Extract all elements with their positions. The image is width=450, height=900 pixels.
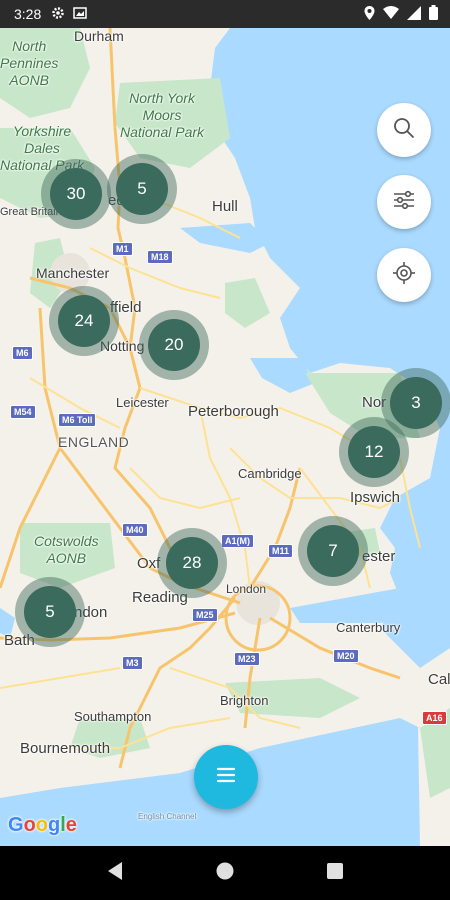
place-manchester: Manchester bbox=[36, 265, 110, 281]
search-icon bbox=[392, 116, 416, 145]
cluster-marker[interactable]: 7 bbox=[298, 516, 368, 586]
place-southampton: Southampton bbox=[74, 709, 152, 724]
menu-button[interactable] bbox=[194, 745, 258, 809]
place-peterborough: Peterborough bbox=[188, 403, 279, 420]
road-m20-shield: M20 bbox=[333, 649, 359, 663]
battery-icon bbox=[429, 5, 438, 23]
filter-button[interactable] bbox=[377, 175, 431, 229]
place-leicester: Leicester bbox=[116, 395, 169, 410]
place-london: London bbox=[226, 582, 267, 596]
home-icon[interactable] bbox=[215, 861, 235, 886]
cluster-marker[interactable]: 5 bbox=[107, 154, 177, 224]
road-m23-shield: M23 bbox=[234, 652, 260, 666]
system-nav-bar bbox=[0, 846, 450, 900]
place-cambridge: Cambridge bbox=[238, 466, 302, 481]
place-english-channel: English Channel bbox=[138, 812, 197, 821]
back-icon[interactable] bbox=[106, 861, 124, 886]
recents-icon[interactable] bbox=[326, 862, 344, 885]
cluster-marker[interactable]: 28 bbox=[157, 528, 227, 598]
road-m40-shield: M40 bbox=[122, 523, 148, 537]
road-m3-shield: M3 bbox=[122, 656, 143, 670]
cluster-marker[interactable]: 12 bbox=[339, 417, 409, 487]
road-a1m-shield: A1(M) bbox=[221, 534, 254, 548]
search-button[interactable] bbox=[377, 103, 431, 157]
wifi-icon bbox=[383, 6, 399, 22]
sliders-icon bbox=[392, 188, 416, 217]
gear-icon bbox=[51, 6, 65, 23]
status-bar: 3:28 bbox=[0, 0, 450, 28]
cluster-marker[interactable]: 5 bbox=[15, 577, 85, 647]
place-ipswich: Ipswich bbox=[350, 489, 401, 506]
road-m54-shield: M54 bbox=[10, 405, 36, 419]
place-durham: Durham bbox=[74, 28, 124, 44]
location-icon bbox=[364, 5, 375, 23]
road-m1-shield: M1 bbox=[112, 242, 133, 256]
place-canterbury: Canterbury bbox=[336, 620, 401, 635]
signal-icon bbox=[407, 5, 421, 23]
road-a16-shield: A16 bbox=[422, 711, 447, 725]
place-calais: Cal bbox=[428, 671, 450, 688]
crosshair-icon bbox=[392, 261, 416, 290]
locate-button[interactable] bbox=[377, 248, 431, 302]
place-brighton: Brighton bbox=[220, 693, 269, 708]
screenshot-icon bbox=[73, 6, 87, 22]
cluster-marker[interactable]: 24 bbox=[49, 286, 119, 356]
hamburger-icon bbox=[216, 767, 236, 788]
place-bournemouth: Bournemouth bbox=[20, 740, 111, 757]
place-england: ENGLAND bbox=[58, 434, 130, 450]
status-time: 3:28 bbox=[14, 6, 42, 22]
road-m6toll-shield: M6 Toll bbox=[58, 413, 97, 427]
google-logo: Google bbox=[8, 814, 77, 836]
road-m6-shield: M6 bbox=[12, 346, 33, 360]
road-m18-shield: M18 bbox=[147, 250, 173, 264]
place-hull: Hull bbox=[212, 198, 238, 215]
road-m11-shield: M11 bbox=[268, 544, 294, 558]
road-m25-shield: M25 bbox=[192, 608, 218, 622]
cluster-marker[interactable]: 20 bbox=[139, 310, 209, 380]
map-view[interactable]: Durham North Pennines AONB North York Mo… bbox=[0, 28, 450, 846]
place-north-york-moors: North York Moors National Park bbox=[120, 90, 205, 140]
place-north-pennines: North Pennines AONB bbox=[0, 38, 59, 88]
cluster-marker[interactable]: 30 bbox=[41, 159, 111, 229]
place-cotswolds: Cotswolds AONB bbox=[34, 533, 99, 566]
